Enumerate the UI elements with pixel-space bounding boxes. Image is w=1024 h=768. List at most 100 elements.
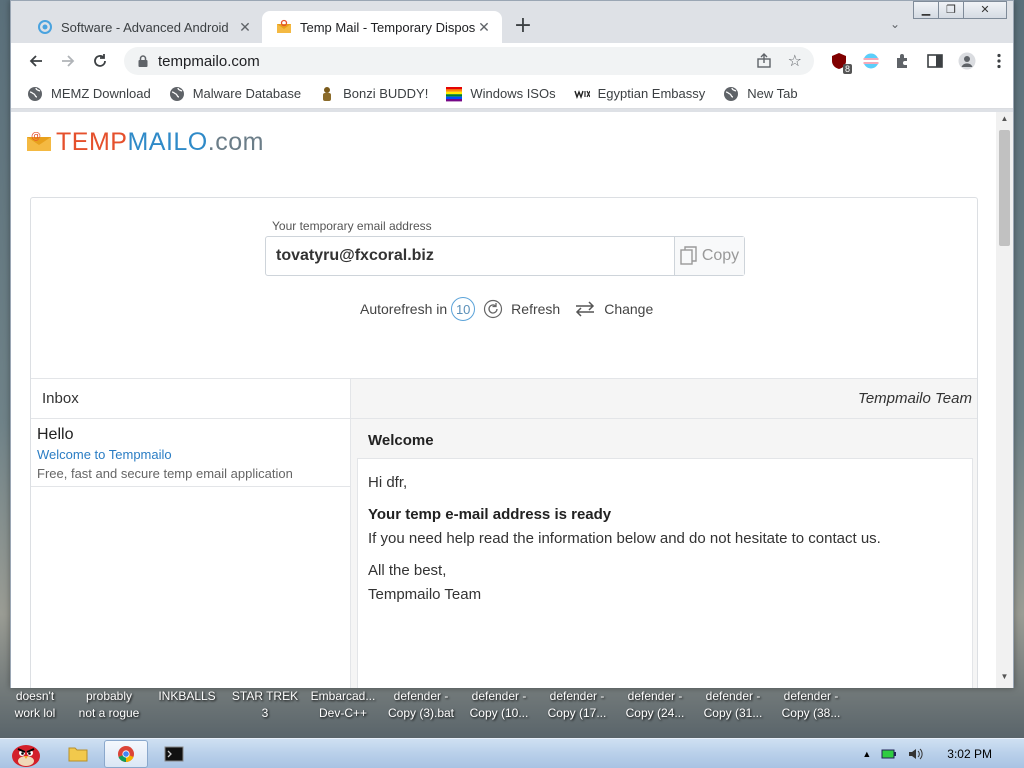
window-controls: ▁ ❐ ✕ [913,1,1007,19]
inbox-heading: Inbox [31,379,350,419]
bookmark-memz[interactable]: MEMZ Download [27,86,151,102]
bookmark-label: Bonzi BUDDY! [343,86,429,101]
message-from: Hello [37,426,74,443]
desktop-icons: doesn't work lol probably not a rogue IN… [0,688,1024,730]
autorefresh-label: Autorefresh in [360,301,448,317]
tempmail-favicon-icon [277,19,291,33]
trans-flag-extension-icon[interactable] [862,52,880,70]
refresh-controls: Autorefresh in 10 Refresh Change [360,297,653,321]
profile-avatar-icon[interactable] [958,52,976,70]
tab-close-icon[interactable]: ✕ [476,19,492,36]
folder-icon [68,747,88,761]
message-subject[interactable]: Welcome to Tempmailo [37,445,344,464]
page-scrollbar[interactable]: ▲ ▼ [996,112,1013,688]
volume-icon[interactable] [907,747,923,761]
extensions-area: 8 [830,52,1008,74]
ublock-extension-icon[interactable]: 8 [830,52,852,74]
url-text: tempmailo.com [158,52,260,70]
autorefresh-countdown: 10 [451,297,476,321]
tab-search-chevron-icon[interactable]: ⌄ [885,17,905,37]
desktop-icon[interactable]: STAR TREK 3 [226,688,304,730]
tab-title: Temp Mail - Temporary Dispos [300,19,476,35]
forward-button[interactable] [52,45,84,77]
desktop-icon[interactable]: defender - Copy (24... [616,688,694,730]
taskbar-explorer[interactable] [56,740,100,768]
back-arrow-icon [29,55,42,67]
extension-badge: 8 [842,64,852,74]
message-preview: Free, fast and secure temp email applica… [37,466,293,481]
maximize-button[interactable]: ❐ [938,1,964,19]
address-label: Your temporary email address [272,219,432,233]
tab-title: Software - Advanced Android [61,19,229,35]
desktop-icon[interactable]: defender - Copy (31... [694,688,772,730]
scroll-down-arrow-icon[interactable]: ▼ [996,672,1013,686]
menu-kebab-icon[interactable] [990,52,1008,70]
bookmark-label: Malware Database [192,86,302,101]
mail-envelope-icon: @ [27,131,51,151]
svg-text:@: @ [31,131,42,142]
copy-button[interactable]: Copy [674,237,744,275]
desktop-icon[interactable]: defender - Copy (38... [772,688,850,730]
refresh-icon [484,299,503,319]
mail-card: Your temporary email address tovatyru@fx… [30,197,978,688]
scrollbar-thumb[interactable] [999,130,1010,246]
page-viewport: @ TEMP MAILO .com Your temporary email a… [11,112,1013,688]
extensions-puzzle-icon[interactable] [894,52,912,70]
email-address-field[interactable]: tovatyru@fxcoral.biz Copy [265,236,745,276]
reading-pane: Tempmailo Team Welcome Hi dfr, Your temp… [351,379,977,688]
start-button[interactable] [0,739,52,768]
minimize-button[interactable]: ▁ [913,1,939,19]
message-signoff: All the best, [368,562,447,579]
reload-button[interactable] [84,45,116,77]
back-button[interactable] [20,45,52,77]
logo-text-mailo: MAILO [127,128,208,156]
desktop-icon[interactable]: doesn't work lol [0,688,70,730]
logo-text-com: .com [207,128,264,156]
desktop-icon[interactable]: defender - Copy (17... [538,688,616,730]
change-label: Change [604,301,654,317]
refresh-button[interactable]: Refresh [483,299,560,319]
tab-tempmail[interactable]: Temp Mail - Temporary Dispos ✕ [262,11,502,43]
software-favicon-icon [38,20,52,34]
bookmark-egyptian-embassy[interactable]: Egyptian Embassy [573,86,706,102]
taskbar: ▲ 3:02 PM [0,738,1024,768]
taskbar-cmd[interactable] [152,740,196,768]
tab-strip: Software - Advanced Android ✕ Temp Mail … [11,1,1013,43]
bookmark-label: Egyptian Embassy [597,86,706,101]
side-panel-icon[interactable] [926,52,944,70]
copy-icon [680,246,697,265]
clock[interactable]: 3:02 PM [947,747,992,761]
new-tab-button[interactable]: + [511,15,535,39]
tab-software[interactable]: Software - Advanced Android ✕ [23,11,263,43]
bookmark-windows-isos[interactable]: Windows ISOs [446,86,556,102]
globe-icon [724,86,739,101]
scroll-up-arrow-icon[interactable]: ▲ [996,114,1013,128]
bookmark-new-tab[interactable]: New Tab [723,86,798,102]
share-icon[interactable] [756,53,772,69]
battery-icon[interactable] [881,748,897,760]
taskbar-chrome[interactable] [104,739,148,768]
desktop-icon[interactable]: defender - Copy (3).bat [382,688,460,730]
close-window-button[interactable]: ✕ [963,1,1007,19]
site-logo[interactable]: @ TEMP MAILO .com [26,128,264,157]
address-bar[interactable]: tempmailo.com ☆ [124,47,814,75]
swap-arrows-icon [576,301,595,317]
bookmark-star-icon[interactable]: ☆ [788,51,802,71]
desktop-icon[interactable]: probably not a rogue [70,688,148,730]
email-address[interactable]: tovatyru@fxcoral.biz [266,247,674,265]
desktop-icon[interactable]: INKBALLS [148,688,226,730]
tray-expand-icon[interactable]: ▲ [862,749,871,759]
bookmark-bonzi-buddy[interactable]: Bonzi BUDDY! [319,86,428,102]
message-headline: Your temp e-mail address is ready [368,506,612,523]
desktop-icon[interactable]: Embarcad... Dev-C++ [304,688,382,730]
change-button[interactable]: Change [574,300,653,318]
bookmark-malware-database[interactable]: Malware Database [169,86,301,102]
reload-icon [94,54,106,67]
list-item[interactable]: Hello Welcome to Tempmailo Free, fast an… [31,419,350,487]
desktop-icon[interactable]: defender - Copy (10... [460,688,538,730]
lock-icon[interactable] [136,54,150,68]
message-signature: Tempmailo Team [368,586,482,603]
bookmark-label: New Tab [747,86,798,101]
inbox-panel: Inbox Hello Welcome to Tempmailo Free, f… [31,379,351,688]
tab-close-icon[interactable]: ✕ [237,19,253,36]
